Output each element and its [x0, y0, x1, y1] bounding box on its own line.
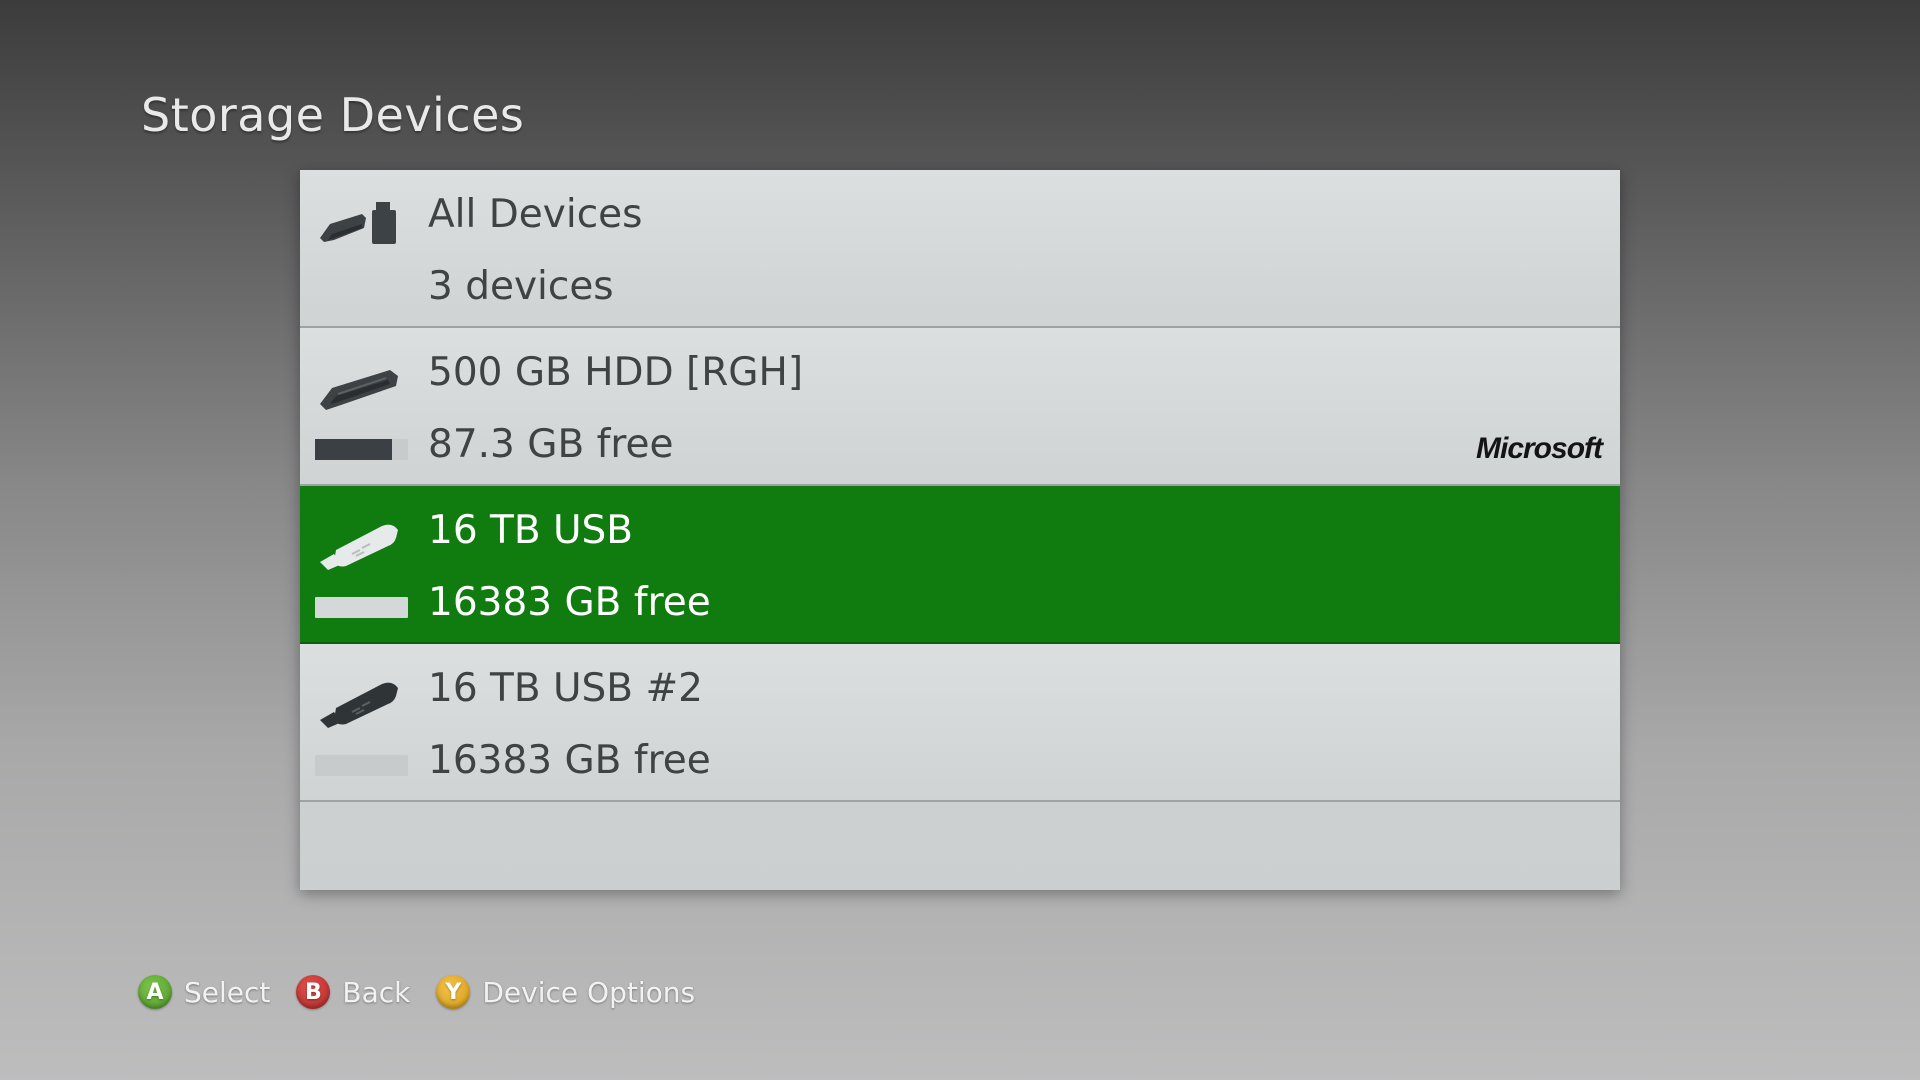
device-row-usb-2[interactable]: 16 TB USB #2 16383 GB free	[300, 644, 1620, 802]
device-row-all-devices[interactable]: All Devices 3 devices	[300, 170, 1620, 328]
device-count: 3 devices	[428, 264, 614, 309]
device-row-usb-1[interactable]: 16 TB USB 16383 GB free	[300, 486, 1620, 644]
all-devices-icon	[320, 202, 396, 244]
usb-drive-icon	[320, 524, 398, 570]
microsoft-logo: Microsoft	[1476, 432, 1603, 465]
free-space: 16383 GB free	[428, 738, 711, 783]
hard-drive-icon	[320, 370, 398, 410]
device-name: All Devices	[428, 192, 643, 237]
usb-drive-icon	[320, 682, 398, 728]
device-name: 16 TB USB	[428, 508, 634, 553]
y-button-icon: Y	[436, 975, 471, 1009]
device-options-hint[interactable]: Y Device Options	[436, 975, 695, 1009]
free-space: 87.3 GB free	[428, 422, 674, 467]
page-title: Storage Devices	[141, 88, 525, 142]
device-name: 500 GB HDD [RGH]	[428, 350, 804, 395]
device-options-label: Device Options	[482, 975, 696, 1009]
storage-usage-bar	[315, 439, 408, 460]
select-hint[interactable]: A Select	[138, 975, 270, 1009]
storage-usage-bar	[315, 597, 408, 618]
back-label: Back	[342, 975, 411, 1009]
free-space: 16383 GB free	[428, 580, 711, 625]
back-hint[interactable]: B Back	[296, 975, 410, 1009]
b-button-icon: B	[296, 975, 331, 1009]
storage-usage-bar	[315, 755, 408, 776]
device-row-hdd[interactable]: 500 GB HDD [RGH] 87.3 GB free Microsoft	[300, 328, 1620, 486]
select-label: Select	[184, 975, 271, 1009]
device-name: 16 TB USB #2	[428, 666, 703, 711]
button-hints: A Select B Back Y Device Options	[138, 972, 721, 1012]
device-list: All Devices 3 devices 500 GB HDD [RGH] 8…	[300, 170, 1620, 890]
storage-usage-fill	[315, 439, 393, 460]
a-button-icon: A	[138, 975, 172, 1009]
